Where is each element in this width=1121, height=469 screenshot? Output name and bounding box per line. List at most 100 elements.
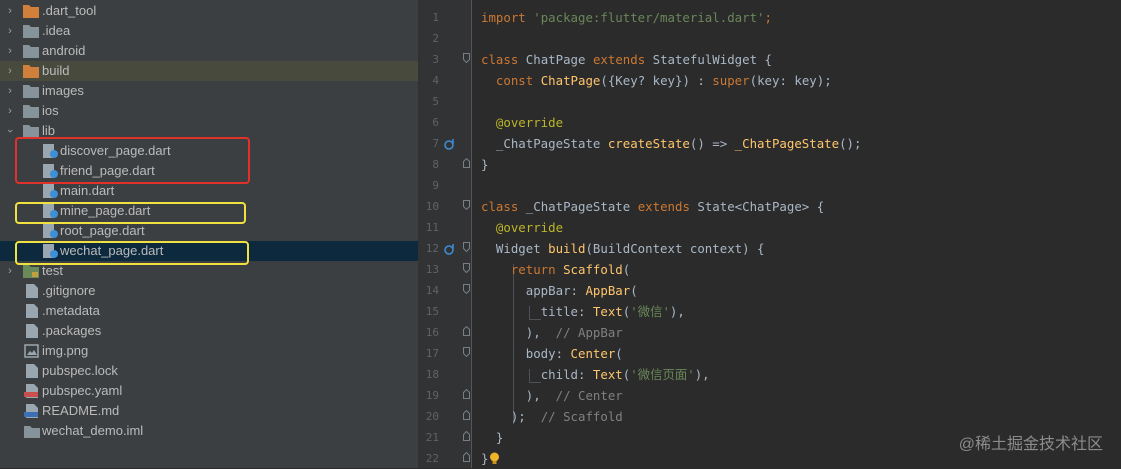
tree-item-build[interactable]: › build [0, 61, 418, 81]
line-number: 19 [425, 389, 439, 402]
lightbulb-icon[interactable] [489, 452, 500, 466]
tree-item-label: mine_page.dart [60, 203, 151, 218]
dart-file-icon [43, 164, 58, 178]
identifier: child: [540, 367, 593, 382]
tree-item-mine-page[interactable]: mine_page.dart [0, 201, 418, 221]
tree-item-pubspec-lock[interactable]: pubspec.lock [0, 361, 418, 381]
dart-file-icon [43, 184, 58, 198]
line-number: 11 [425, 221, 439, 234]
tree-item-readme[interactable]: README.md [0, 401, 418, 421]
identifier: State<ChatPage> { [697, 199, 825, 214]
keyword: extends [592, 52, 646, 67]
tree-item-label: wechat_demo.iml [42, 423, 144, 438]
chevron-right-icon[interactable]: › [4, 1, 16, 21]
code-line-14: appBar: AppBar( [481, 280, 638, 301]
tree-item-dart-tool[interactable]: › .dart_tool [0, 1, 418, 21]
tree-item-metadata[interactable]: .metadata [0, 301, 418, 321]
identifier: () => [689, 136, 735, 151]
code-line-1: import 'package:flutter/material.dart'; [481, 7, 772, 28]
code-line-4: const ChatPage({Key? key}) : super(key: … [481, 70, 832, 91]
code-line-12: Widget build(BuildContext context) { [481, 238, 765, 259]
tree-item-label: .metadata [42, 303, 100, 318]
watermark: @稀土掘金技术社区 [958, 436, 1103, 453]
tree-item-packages[interactable]: .packages [0, 321, 418, 341]
fold-marker-icon[interactable] [463, 410, 470, 420]
tree-item-android[interactable]: › android [0, 41, 418, 61]
fold-marker-icon[interactable] [463, 347, 470, 357]
keyword: class [481, 52, 519, 67]
file-icon [26, 284, 38, 298]
tree-item-pubspec-yaml[interactable]: pubspec.yaml [0, 381, 418, 401]
tree-item-label: .dart_tool [42, 3, 97, 18]
code-editor[interactable]: import 'package:flutter/material.dart'; … [481, 0, 1121, 468]
folder-icon [23, 25, 39, 38]
line-number: 22 [425, 452, 439, 465]
tree-item-main[interactable]: main.dart [0, 181, 418, 201]
identifier: } [481, 451, 489, 466]
tree-item-test[interactable]: › test [0, 261, 418, 281]
line-number: 12 [425, 242, 439, 255]
fold-marker-icon[interactable] [463, 263, 470, 273]
keyword: super [712, 73, 750, 88]
tree-item-ios[interactable]: › ios [0, 101, 418, 121]
identifier: ), [694, 367, 710, 382]
dart-file-icon [43, 224, 58, 238]
line-number: 1 [432, 11, 439, 24]
tree-item-images[interactable]: › images [0, 81, 418, 101]
tree-item-iml[interactable]: wechat_demo.iml [0, 421, 418, 441]
dart-file-icon [43, 204, 58, 218]
chevron-right-icon[interactable]: › [4, 61, 16, 81]
tree-item-label: android [42, 43, 86, 58]
chevron-right-icon[interactable]: › [4, 81, 16, 101]
fold-marker-icon[interactable] [463, 242, 470, 252]
chevron-right-icon[interactable]: › [4, 41, 16, 61]
fold-marker-icon[interactable] [463, 431, 470, 441]
folder-icon [23, 125, 39, 138]
identifier: (); [839, 136, 862, 151]
annotation: @override [495, 115, 564, 130]
tree-item-img-png[interactable]: img.png [0, 341, 418, 361]
keyword: return [510, 262, 556, 277]
function-name: build [548, 241, 586, 256]
tree-item-label: README.md [42, 403, 120, 418]
folder-icon [23, 45, 39, 58]
override-marker-icon[interactable] [444, 138, 456, 150]
line-number: 3 [432, 53, 439, 66]
line-number: 16 [425, 326, 439, 339]
fold-marker-icon[interactable] [463, 200, 470, 210]
fold-marker-icon[interactable] [463, 53, 470, 63]
folder-icon [23, 105, 39, 118]
tree-item-lib[interactable]: › lib [0, 121, 418, 141]
function-name: ChatPage [540, 73, 601, 88]
tree-item-friend-page[interactable]: friend_page.dart [0, 161, 418, 181]
code-line-16: ), // AppBar [481, 322, 623, 343]
fold-marker-icon[interactable] [463, 326, 470, 336]
comment: // Scaffold [540, 409, 623, 424]
tree-item-gitignore[interactable]: .gitignore [0, 281, 418, 301]
identifier: title: [540, 304, 593, 319]
tree-item-wechat-page[interactable]: wechat_page.dart [0, 241, 418, 261]
tree-item-discover-page[interactable]: discover_page.dart [0, 141, 418, 161]
test-folder-icon [23, 265, 39, 278]
tree-item-label: .gitignore [42, 283, 96, 298]
function-name: Scaffold [563, 262, 623, 277]
code-line-8: } [481, 154, 488, 175]
tree-item-idea[interactable]: › .idea [0, 21, 418, 41]
line-number: 14 [425, 284, 439, 297]
chevron-right-icon[interactable]: › [4, 21, 16, 41]
fold-marker-icon[interactable] [463, 158, 470, 168]
override-marker-icon[interactable] [444, 243, 456, 255]
fold-marker-icon[interactable] [463, 389, 470, 399]
identifier: body: [525, 346, 571, 361]
fold-marker-icon[interactable] [463, 452, 470, 462]
identifier: ChatPage [525, 52, 586, 67]
editor-gutter: 1 2 3 4 5 6 7 8 9 10 11 12 13 14 15 16 1… [421, 0, 472, 468]
chevron-right-icon[interactable]: › [4, 261, 16, 281]
keyword: const [495, 73, 534, 88]
fold-marker-icon[interactable] [463, 284, 470, 294]
annotation: @override [495, 220, 564, 235]
chevron-right-icon[interactable]: › [4, 101, 16, 121]
chevron-down-icon[interactable]: › [0, 125, 20, 137]
function-name: Text [592, 367, 623, 382]
tree-item-root-page[interactable]: root_page.dart [0, 221, 418, 241]
